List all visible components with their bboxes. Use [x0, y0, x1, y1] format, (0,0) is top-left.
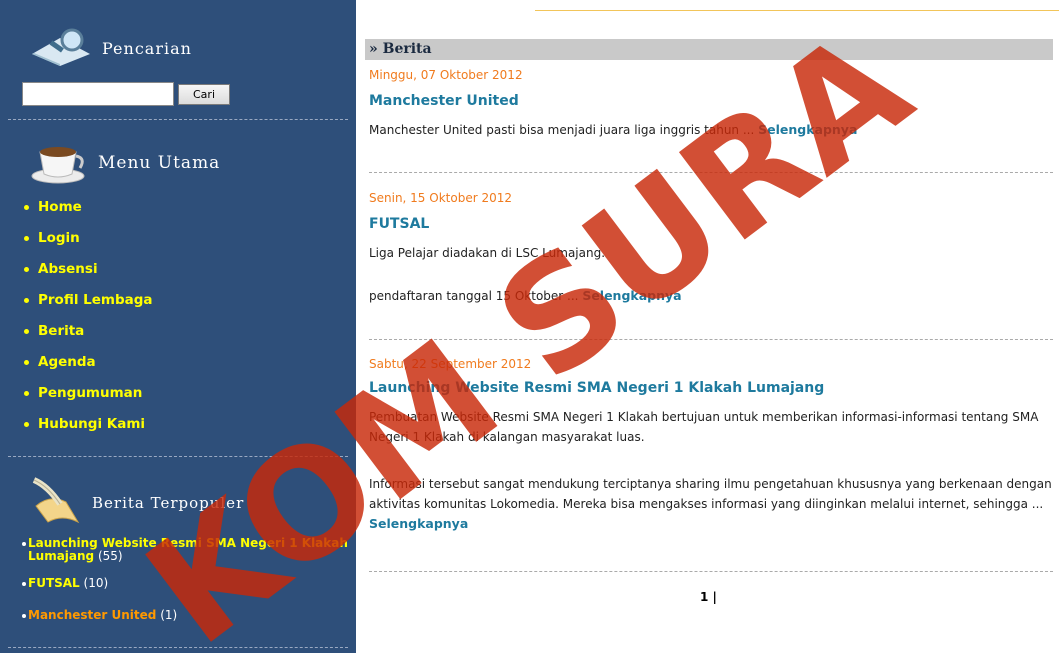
- news-title[interactable]: Manchester United: [369, 93, 519, 109]
- menu-item-pengumuman[interactable]: Pengumuman: [24, 385, 142, 401]
- popular-heading: Berita Terpopuler: [30, 476, 244, 530]
- bullet-icon: [24, 235, 29, 241]
- menu-item-agenda[interactable]: Agenda: [24, 354, 96, 370]
- read-more-link[interactable]: Selengkapnya: [758, 122, 857, 137]
- popular-item-title[interactable]: Manchester United: [28, 608, 156, 622]
- news-title[interactable]: FUTSAL: [369, 216, 429, 232]
- bullet-icon: [24, 359, 29, 365]
- bullet-icon: [24, 390, 29, 396]
- news-excerpt: Informasi tersebut sangat mendukung terc…: [369, 477, 1052, 531]
- pagination[interactable]: 1 |: [700, 590, 717, 604]
- popular-item[interactable]: FUTSAL (10): [22, 576, 350, 590]
- sidebar-divider: [8, 119, 348, 120]
- popular-item-title[interactable]: Launching Website Resmi SMA Negeri 1 Kla…: [28, 536, 348, 563]
- popular-heading-label: Berita Terpopuler: [92, 494, 245, 512]
- news-divider: [369, 339, 1053, 340]
- bullet-icon: [24, 266, 29, 272]
- news-divider: [369, 172, 1053, 173]
- bullet-icon: [24, 328, 29, 334]
- news-excerpt: pendaftaran tanggal 15 Oktober ... Selen…: [369, 288, 682, 303]
- menu-heading: Menu Utama: [30, 138, 220, 188]
- search-heading-label: Pencarian: [102, 38, 192, 58]
- popular-item-count: (1): [160, 608, 178, 622]
- news-excerpt: Manchester United pasti bisa menjadi jua…: [369, 122, 858, 137]
- magnifier-icon: [30, 26, 96, 70]
- coffee-cup-icon: [30, 138, 92, 188]
- menu-item-profil-lembaga[interactable]: Profil Lembaga: [24, 292, 153, 308]
- bullet-icon: [24, 297, 29, 303]
- popular-item[interactable]: Launching Website Resmi SMA Negeri 1 Kla…: [22, 536, 350, 563]
- bullet-icon: [22, 542, 26, 546]
- sidebar: Pencarian Cari Menu Utama Home Login Abs…: [0, 0, 356, 653]
- menu-heading-label: Menu Utama: [98, 153, 221, 173]
- news-date: Sabtu, 22 September 2012: [369, 357, 532, 371]
- read-more-link[interactable]: Selengkapnya: [582, 288, 681, 303]
- news-divider: [369, 571, 1053, 572]
- sidebar-divider: [8, 456, 348, 457]
- scroll-quill-icon: [30, 476, 86, 530]
- bullet-icon: [24, 204, 29, 210]
- search-button[interactable]: Cari: [178, 84, 230, 105]
- news-excerpt: Liga Pelajar diadakan di LSC Lumajang.: [369, 246, 606, 260]
- bullet-icon: [24, 421, 29, 427]
- menu-item-berita[interactable]: Berita: [24, 323, 84, 339]
- header-rule: [535, 10, 1059, 11]
- menu-item-login[interactable]: Login: [24, 230, 80, 246]
- sidebar-divider: [8, 647, 348, 648]
- news-excerpt: Pembuatan Website Resmi SMA Negeri 1 Kla…: [369, 410, 1039, 444]
- news-title[interactable]: Launching Website Resmi SMA Negeri 1 Kla…: [369, 380, 824, 396]
- popular-item[interactable]: Manchester United (1): [22, 608, 350, 622]
- news-date: Senin, 15 Oktober 2012: [369, 191, 512, 205]
- search-heading: Pencarian: [30, 26, 192, 70]
- menu-item-hubungi-kami[interactable]: Hubungi Kami: [24, 416, 145, 432]
- section-title: » Berita: [365, 39, 1053, 60]
- search-input[interactable]: [22, 82, 174, 106]
- menu-item-home[interactable]: Home: [24, 199, 82, 215]
- news-date: Minggu, 07 Oktober 2012: [369, 68, 523, 82]
- popular-item-count: (10): [83, 576, 109, 590]
- read-more-link[interactable]: Selengkapnya: [369, 516, 468, 531]
- menu-item-absensi[interactable]: Absensi: [24, 261, 98, 277]
- bullet-icon: [22, 614, 26, 618]
- bullet-icon: [22, 582, 26, 586]
- popular-item-count: (55): [97, 549, 123, 563]
- popular-item-title[interactable]: FUTSAL: [28, 576, 80, 590]
